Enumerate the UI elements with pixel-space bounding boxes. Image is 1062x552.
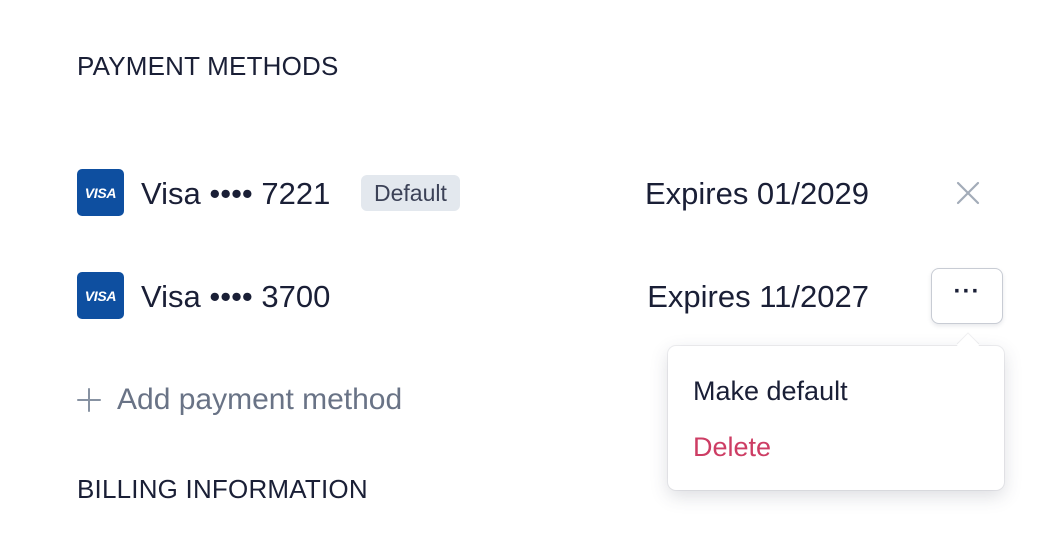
menu-caret (956, 333, 980, 357)
card-actions-menu: Make default Delete (668, 333, 1004, 490)
plus-icon (77, 388, 101, 412)
more-icon: ··· (953, 278, 981, 305)
visa-card-icon: VISA (77, 272, 124, 319)
add-payment-method-label: Add payment method (117, 383, 403, 416)
make-default-menu-item[interactable]: Make default (693, 376, 848, 407)
close-icon[interactable] (954, 179, 982, 207)
card-label: Visa •••• 7221 (141, 176, 331, 211)
card-expiry: Expires 01/2029 (644, 176, 869, 211)
payment-method-row: VISA Visa •••• 3700 Expires 11/2027 ··· (77, 268, 1007, 324)
payment-method-row: VISA Visa •••• 7221 Default Expires 01/2… (77, 168, 1007, 220)
payment-methods-heading: PAYMENT METHODS (77, 51, 339, 81)
visa-card-icon: VISA (77, 169, 124, 216)
billing-information-heading: BILLING INFORMATION (77, 474, 368, 504)
add-payment-method-button[interactable]: Add payment method (76, 380, 402, 420)
default-badge: Default (361, 175, 460, 211)
card-label: Visa •••• 3700 (141, 279, 331, 314)
delete-menu-item[interactable]: Delete (693, 432, 771, 463)
more-actions-button[interactable]: ··· (931, 268, 1003, 324)
card-expiry: Expires 11/2027 (647, 279, 869, 314)
